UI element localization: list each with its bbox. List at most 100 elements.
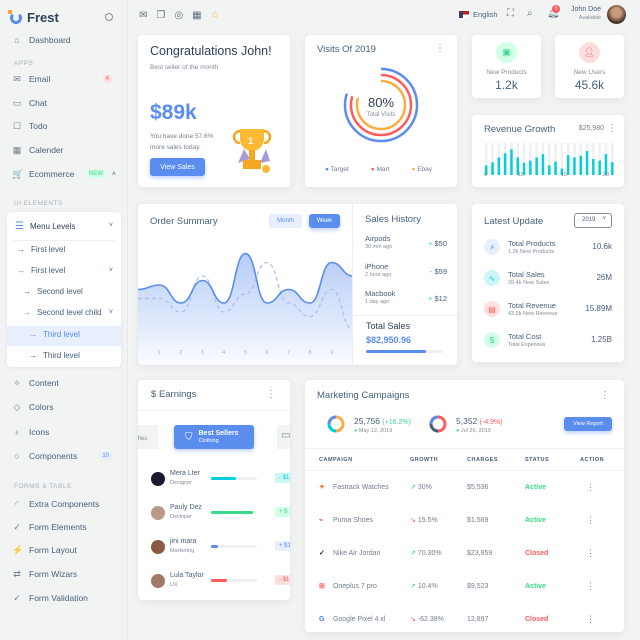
sales-history-item: iPhone 2 hour ago - $59: [365, 262, 447, 278]
summary-2: 5,352 (-4.9%): [456, 416, 503, 426]
table-row[interactable]: ✦ Fastrack Watches ↗ 30% $5,536 Active ⋮: [305, 471, 624, 504]
sidebar-item-dashboard[interactable]: ⌂ Dashboard: [12, 33, 122, 47]
more-vertical-icon[interactable]: ⋮: [600, 390, 610, 401]
value: $59: [434, 267, 447, 276]
sidebar-item-form-validation[interactable]: ✓ Form Validation: [12, 591, 122, 605]
menu-item-first-level-2[interactable]: → First level: [17, 266, 65, 275]
menu-item-second-level[interactable]: → Second level: [23, 287, 83, 296]
search-icon[interactable]: ⌕: [527, 8, 533, 19]
section-header-forms: FORMS & TABLE: [14, 483, 72, 490]
x-tick-label: 8: [309, 350, 312, 356]
avatar: [151, 574, 165, 588]
menu-item-first-level[interactable]: → First level: [17, 245, 65, 254]
sidebar-item-ecommerce[interactable]: 🛒 Ecommerce NEW ˄: [12, 167, 122, 181]
menu-item-third-level-active[interactable]: → Third level: [29, 330, 80, 339]
dollar-icon: $: [151, 389, 157, 400]
table-row[interactable]: G Google Pixel 4 xl ↘ -62.38% 12,897 Closed…: [305, 603, 624, 636]
col-campaign[interactable]: CAMPAIGN: [305, 448, 410, 471]
sidebar-item-extra-components[interactable]: ◜ Extra Components: [12, 497, 122, 511]
tab-title: Best Sellers: [198, 430, 239, 437]
marketing-title: Marketing Campaigns: [317, 390, 410, 401]
stat-label: New Products: [486, 69, 527, 76]
revenue-bar-chart: [485, 143, 614, 175]
sidebar-item-colors[interactable]: ◇ Colors: [12, 400, 122, 414]
legend-label: Mart: [376, 166, 390, 173]
table-row[interactable]: ✓ Nike Air Jordan ↗ 70.30% $23,859 Closed ⋮: [305, 537, 624, 570]
arrow-icon: →: [29, 330, 37, 339]
divider: [138, 410, 290, 411]
avatar[interactable]: [607, 5, 626, 24]
sidebar-item-components[interactable]: ○ Components 10: [12, 449, 122, 463]
menu-levels-toggle[interactable]: ☰ Menu Levels: [15, 221, 75, 232]
legend-ebay: ● Ebay: [411, 166, 433, 173]
col-charges[interactable]: CHARGES: [467, 448, 525, 471]
nike-logo-icon: ✓: [319, 550, 325, 557]
trophy-icon: 1: [232, 129, 272, 173]
sidebar-item-form-wizars[interactable]: ⇄ Form Wizars: [12, 567, 122, 581]
year-select[interactable]: 2019 ˅: [574, 213, 612, 228]
col-status[interactable]: STATUS: [525, 448, 580, 471]
table-row[interactable]: ⊞ Oneplus 7 pro ↗ 10.4% $9,523 Active ⋮: [305, 570, 624, 603]
brand-logo[interactable]: Frest: [8, 9, 59, 25]
more-vertical-icon[interactable]: ⋮: [607, 123, 617, 134]
sidebar-item-email[interactable]: ✉ Email 4: [12, 72, 122, 86]
more-vertical-icon[interactable]: ⋮: [435, 43, 445, 54]
sales-amount: $89k: [150, 101, 197, 124]
x-tick-label: 9: [330, 350, 333, 356]
sidebar-item-content[interactable]: ✧ Content: [12, 376, 122, 390]
sidebar-item-form-layout[interactable]: ⚡ Form Layout: [12, 543, 122, 557]
progress-fill: [366, 350, 427, 353]
update-item: ∿ Total Sales 39.4k New Sales 26M: [484, 270, 612, 290]
person-role: Devloper: [170, 514, 193, 520]
avatar: [151, 540, 165, 554]
item-title: Total Sales: [508, 270, 545, 279]
label: Second level: [37, 287, 83, 296]
status-label: Closed: [525, 615, 549, 623]
menu-item-second-level-child[interactable]: → Second level child: [23, 308, 101, 317]
menu-item-third-level[interactable]: → Third level: [29, 351, 80, 360]
view-report-button[interactable]: View Report: [564, 417, 612, 431]
more-vertical-icon[interactable]: ⋮: [266, 389, 276, 400]
earnings-tab-next[interactable]: ▭: [277, 425, 290, 449]
section-header-ui: UI ELEMENTS: [14, 200, 63, 207]
more-vertical-icon[interactable]: ⋮: [580, 603, 624, 636]
user-info[interactable]: John Doe Available: [563, 6, 601, 21]
menu-levels-panel: ☰ Menu Levels ˅ → First level → First level…: [7, 212, 121, 367]
more-vertical-icon[interactable]: ⋮: [580, 537, 624, 570]
earnings-tab-best-sellers[interactable]: ⛉ Best Sellers Clothing: [174, 425, 254, 449]
sidebar-item-icons[interactable]: ♁ Icons: [12, 425, 122, 439]
chevron-up-icon: ˄: [111, 170, 116, 178]
more-vertical-icon[interactable]: ⋮: [580, 471, 624, 504]
sidebar-item-calender[interactable]: ▦ Calender: [12, 143, 122, 157]
check-icon: ✓: [13, 521, 21, 532]
tab-month[interactable]: Month: [269, 214, 302, 228]
year-value: 2019: [582, 217, 596, 223]
sidebar-item-form-elements[interactable]: ✓ Form Elements: [12, 520, 122, 534]
table-row[interactable]: ⌁ Puma Shoes ↘ 15.5% $1,569 Active ⋮: [305, 504, 624, 537]
puma-logo-icon: ⌁: [319, 517, 324, 524]
sidebar-toggle[interactable]: [105, 13, 113, 21]
sidebar-item-chat[interactable]: ▭ Chat: [12, 96, 122, 110]
earnings-tab-prev[interactable]: thes: [138, 425, 158, 449]
view-sales-button[interactable]: View Sales: [150, 158, 205, 176]
brand-name: Frest: [27, 10, 59, 25]
person-name: Lula Taylor: [170, 572, 204, 579]
tab-week[interactable]: Week: [309, 214, 340, 228]
col-growth[interactable]: GROWTH: [410, 448, 467, 471]
x-tick-label: 2: [179, 350, 182, 356]
star-icon[interactable]: ☆: [211, 10, 220, 21]
calendar-icon[interactable]: ▦: [192, 10, 201, 21]
mail-icon[interactable]: ✉: [139, 10, 147, 21]
trend-down-icon: ↘: [410, 616, 416, 623]
check-circle-icon[interactable]: ◎: [174, 10, 183, 21]
summary-change: (+16.2%): [382, 419, 411, 426]
sidebar-item-todo[interactable]: ☐ Todo: [12, 119, 122, 133]
more-vertical-icon[interactable]: ⋮: [580, 570, 624, 603]
more-vertical-icon[interactable]: ⋮: [580, 504, 624, 537]
logo-icon: [8, 9, 22, 24]
chat-icon[interactable]: ❐: [156, 10, 165, 21]
col-action[interactable]: ACTION: [580, 448, 624, 471]
language-selector[interactable]: English: [459, 10, 498, 19]
fullscreen-icon[interactable]: ⛶: [507, 8, 514, 19]
person-name: Pauly Dez: [170, 504, 202, 511]
